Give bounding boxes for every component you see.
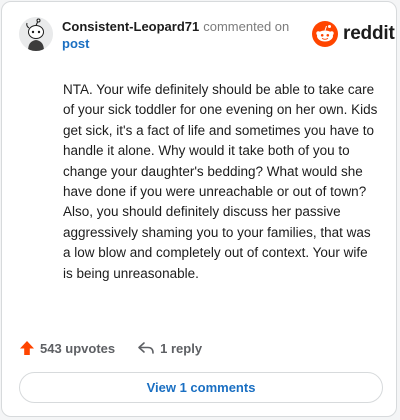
commented-on-text: commented on bbox=[203, 19, 290, 34]
reddit-logo-icon bbox=[312, 21, 338, 47]
upvote-arrow-icon bbox=[20, 341, 34, 355]
reply-count: 1 reply bbox=[160, 340, 203, 356]
reply-button[interactable]: 1 reply bbox=[137, 340, 202, 356]
upvote-count: 543 upvotes bbox=[40, 340, 116, 356]
reply-arrow-icon bbox=[138, 342, 154, 354]
post-link[interactable]: post bbox=[62, 36, 89, 51]
username[interactable]: Consistent-Leopard71 bbox=[62, 19, 199, 34]
comment-meta: Consistent-Leopard71 commented on bbox=[62, 18, 289, 36]
comment-body: NTA. Your wife definitely should be able… bbox=[63, 82, 378, 281]
view-comments-button[interactable]: View 1 comments bbox=[19, 372, 383, 403]
comment-card: Consistent-Leopard71 commented on post re… bbox=[1, 1, 397, 417]
reddit-brand[interactable]: reddit bbox=[312, 21, 395, 47]
comment-actions: 543 upvotes 1 reply bbox=[19, 340, 202, 356]
brand-name: reddit bbox=[343, 23, 395, 44]
upvote-button[interactable]: 543 upvotes bbox=[19, 340, 115, 356]
snoo-avatar-icon[interactable] bbox=[19, 17, 53, 51]
